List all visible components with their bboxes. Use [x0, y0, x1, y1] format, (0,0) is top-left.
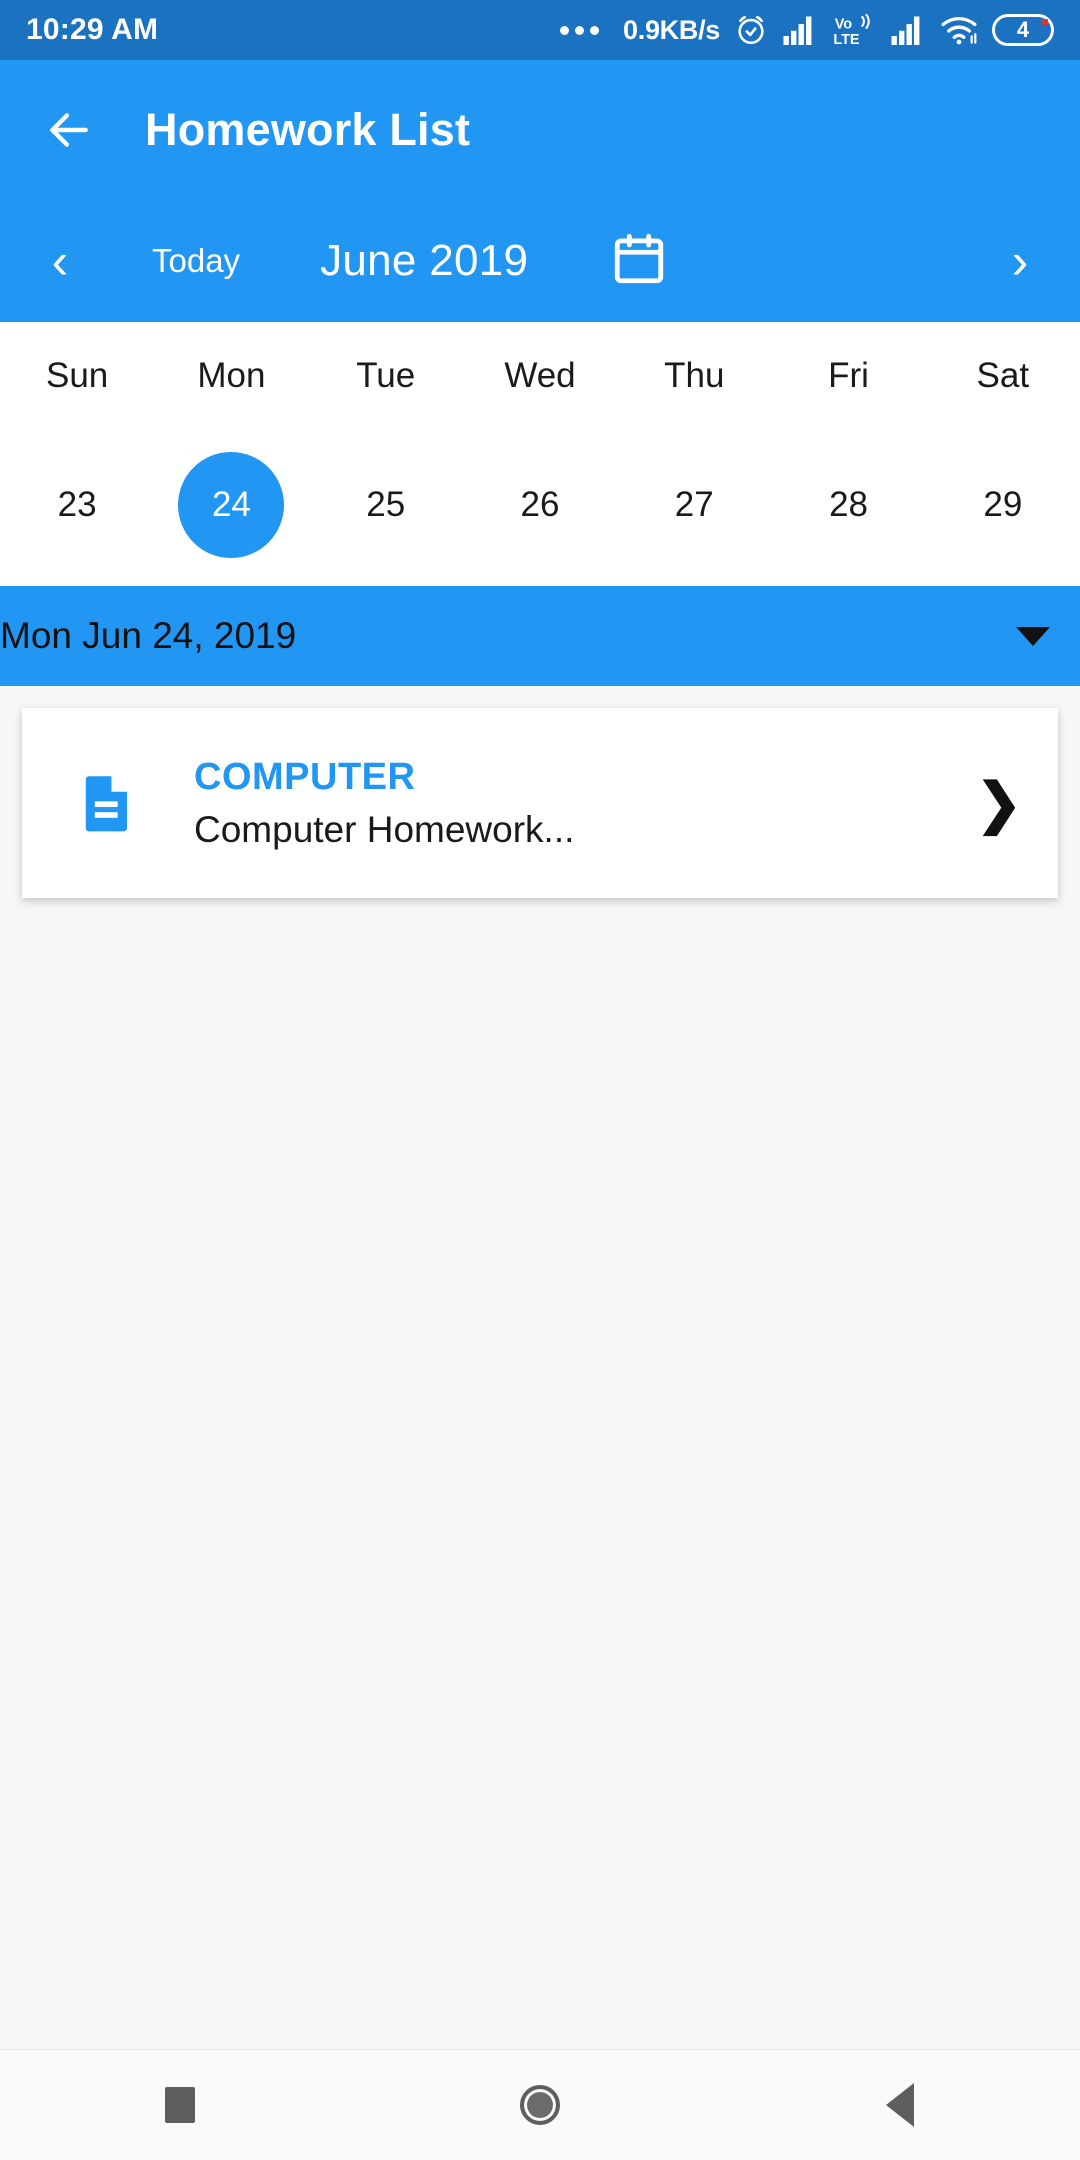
date-cell-24[interactable]: 24 [154, 452, 308, 558]
homework-description: Computer Homework... [194, 808, 575, 850]
alarm-clock-icon [738, 15, 764, 45]
app-bar: Homework List ‹ Today June 2019 › [0, 60, 1080, 322]
weekday-label-thu: Thu [664, 356, 725, 395]
wifi-icon [941, 16, 977, 45]
weekday-label-wed: Wed [504, 356, 576, 395]
status-icons: 0.9KB/s Vo LTE 4 [560, 13, 1054, 47]
recents-square-icon [165, 2087, 195, 2123]
back-triangle-icon [886, 2083, 914, 2127]
cellular-signal-icon [783, 16, 812, 45]
date-number: 27 [674, 485, 714, 524]
date-cell-28[interactable]: 28 [771, 452, 925, 558]
homework-list: COMPUTER Computer Homework... ❯ [0, 686, 1080, 2049]
date-number: 26 [520, 485, 560, 524]
weekday-label-tue: Tue [356, 356, 416, 395]
recents-button[interactable] [90, 2087, 270, 2123]
weekday-label-fri: Fri [828, 356, 869, 395]
date-number-selected: 24 [178, 452, 285, 558]
calendar-icon[interactable] [610, 230, 668, 293]
date-row: 23 24 25 26 27 28 29 [0, 452, 1080, 558]
weekday-label-sat: Sat [976, 356, 1030, 395]
svg-text:Vo: Vo [835, 17, 853, 33]
back-arrow-icon[interactable] [44, 105, 94, 155]
list-item[interactable]: COMPUTER Computer Homework... ❯ [22, 708, 1058, 898]
weekday-label-sun: Sun [46, 356, 109, 395]
selected-date-label: Mon Jun 24, 2019 [0, 615, 297, 656]
volte-icon: Vo LTE [833, 13, 870, 47]
document-icon [85, 776, 127, 832]
page-title: Homework List [145, 104, 471, 155]
date-cell-27[interactable]: 27 [617, 452, 771, 558]
next-week-button[interactable]: › [1000, 236, 1040, 286]
battery-level-label: 4 [1016, 17, 1030, 42]
date-number: 29 [983, 485, 1023, 524]
date-cell-29[interactable]: 29 [926, 452, 1080, 558]
weekday-header-row: Sun Mon Tue Wed Thu Fri Sat [0, 356, 1080, 396]
chevron-right-icon[interactable]: ❯ [976, 775, 1022, 831]
svg-text:LTE: LTE [833, 32, 860, 47]
date-number: 23 [57, 485, 97, 524]
more-dots-icon [560, 25, 600, 35]
phone-screen: 10:29 AM 0.9KB/s Vo LTE 4 Homework List … [0, 0, 1080, 2160]
date-number: 25 [366, 485, 406, 524]
network-speed-label: 0.9KB/s [623, 14, 720, 45]
previous-week-button[interactable]: ‹ [40, 236, 80, 286]
status-time: 10:29 AM [26, 13, 159, 46]
weekday-label-mon: Mon [197, 356, 266, 395]
back-button[interactable] [810, 2083, 990, 2127]
battery-indicator: 4 [992, 14, 1054, 46]
home-circle-icon [520, 2085, 560, 2125]
month-year-label: June 2019 [320, 236, 529, 285]
cellular-signal-icon-2 [891, 16, 920, 45]
date-number: 28 [829, 485, 869, 524]
home-button[interactable] [450, 2085, 630, 2125]
today-button[interactable]: Today [152, 242, 240, 280]
chevron-down-icon [1016, 626, 1050, 646]
date-cell-23[interactable]: 23 [0, 452, 154, 558]
list-item-text: COMPUTER Computer Homework... [194, 756, 574, 851]
month-navigation: ‹ Today June 2019 › [0, 200, 1080, 322]
homework-subject: COMPUTER [194, 755, 416, 798]
selected-date-dropdown[interactable]: Mon Jun 24, 2019 [0, 586, 1080, 686]
date-cell-26[interactable]: 26 [463, 452, 617, 558]
date-cell-25[interactable]: 25 [309, 452, 463, 558]
app-bar-top: Homework List [0, 60, 1080, 200]
calendar-week-strip: Sun Mon Tue Wed Thu Fri Sat 23 24 25 26 … [0, 322, 1080, 586]
android-nav-bar [0, 2049, 1080, 2160]
status-bar: 10:29 AM 0.9KB/s Vo LTE 4 [0, 0, 1080, 60]
